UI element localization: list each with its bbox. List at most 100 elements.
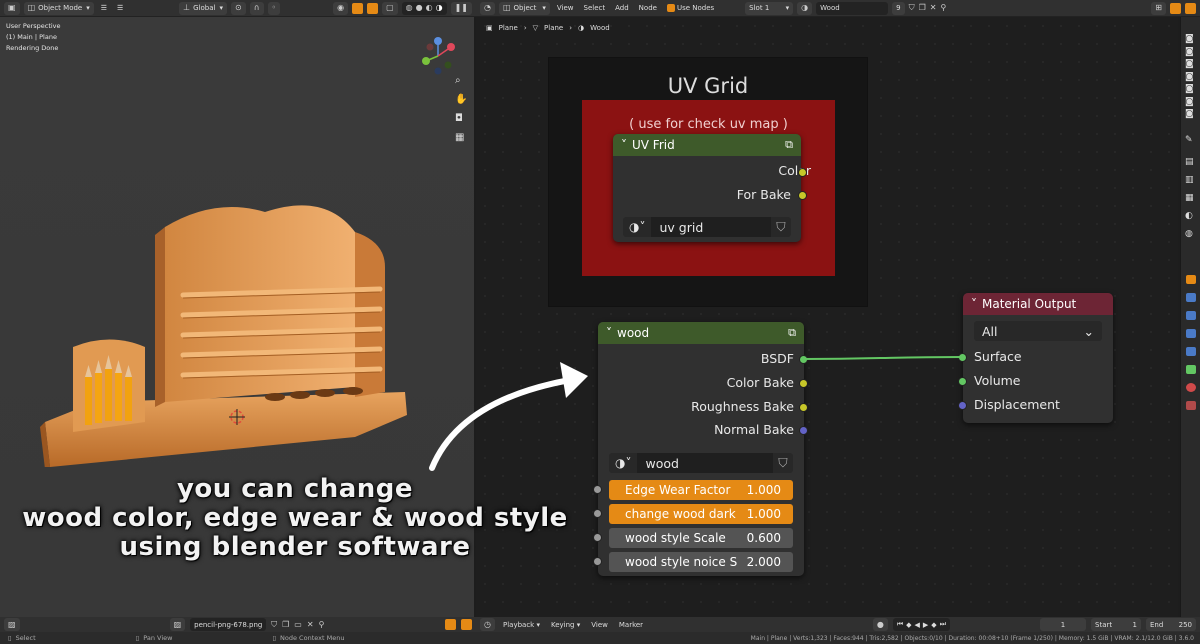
menu-view[interactable]: View	[554, 4, 577, 12]
overlay-toggle[interactable]	[367, 2, 379, 14]
material-browse-button[interactable]: ◑	[797, 1, 813, 15]
material-name-field[interactable]: Wood	[816, 1, 889, 15]
object-properties-icon[interactable]	[1186, 275, 1196, 284]
close-icon[interactable]: ✕	[930, 4, 937, 12]
editor-type-button[interactable]: ◔	[480, 1, 495, 15]
scene-icon[interactable]: ◐	[1185, 211, 1193, 221]
socket-normal-bake[interactable]	[799, 426, 808, 435]
start-frame-field[interactable]: Start 1	[1091, 618, 1141, 631]
wood-style-noise-field[interactable]: wood style noice S 2.000	[609, 552, 793, 572]
navigation-gizmo[interactable]	[418, 35, 458, 77]
chevron-down-icon[interactable]: ˅	[971, 297, 977, 311]
fake-user-shield-icon[interactable]: ⛉	[271, 620, 277, 629]
socket-edge-wear-factor[interactable]	[593, 485, 602, 494]
use-nodes-toggle[interactable]: Use Nodes	[664, 4, 717, 12]
socket-color-bake[interactable]	[799, 379, 808, 388]
socket-wood-style-scale[interactable]	[593, 533, 602, 542]
node-group-icon[interactable]: ⧉	[788, 326, 796, 340]
chevron-down-icon[interactable]: ˅	[621, 138, 627, 152]
menu-view[interactable]: View	[588, 621, 611, 629]
jump-end-icon[interactable]: ⏭	[940, 620, 946, 629]
socket-for-bake[interactable]	[798, 191, 807, 200]
wood-image-field[interactable]: ◑˅ wood ⛉	[609, 453, 793, 473]
outliner-icons[interactable]: ◙ ◙ ◙ ◙ ◙ ◙ ◙	[1185, 33, 1194, 121]
duplicate-icon[interactable]: ❐	[282, 620, 289, 629]
node-group-icon[interactable]: ⧉	[785, 138, 793, 152]
mode-dropdown[interactable]: ◫ Object Mode ▾	[23, 1, 94, 15]
edge-wear-factor-slider[interactable]: Edge Wear Factor 1.000	[609, 480, 793, 500]
node-header[interactable]: ˅ wood ⧉	[598, 322, 804, 344]
visibility-dropdown[interactable]: ◉	[333, 1, 349, 15]
xray-toggle[interactable]: ▢	[382, 1, 398, 15]
node-header[interactable]: ˅ Material Output	[963, 293, 1113, 315]
image-browse-icon[interactable]: ◑˅	[609, 456, 637, 470]
editor-type-button[interactable]: ◷	[480, 618, 495, 631]
zoom-icon[interactable]: ⌕	[455, 75, 461, 86]
slot-dropdown[interactable]: Slot 1 ▾	[745, 1, 794, 15]
view-menu[interactable]: ☰	[98, 4, 110, 12]
render-properties-icon[interactable]: ▤	[1185, 157, 1194, 167]
snap-toggle[interactable]: ∩	[249, 1, 264, 15]
output-target-dropdown[interactable]: All ⌄	[974, 321, 1102, 341]
play-icon[interactable]: ▶	[923, 621, 928, 629]
menu-marker[interactable]: Marker	[616, 621, 646, 629]
output-properties-icon[interactable]: ▥	[1185, 175, 1194, 185]
view-layer-icon[interactable]: ▦	[1185, 193, 1194, 203]
socket-volume[interactable]	[958, 377, 967, 386]
pan-hand-icon[interactable]: ✋	[455, 94, 467, 105]
shader-type-dropdown[interactable]: ◫ Object ▾	[498, 1, 550, 15]
prev-key-icon[interactable]: ◆	[906, 621, 911, 629]
editor-type-button[interactable]: ▨	[4, 618, 20, 631]
modifier-icon[interactable]	[1186, 293, 1196, 302]
shading-modes[interactable]: ◍ ● ◐ ◑	[401, 1, 447, 15]
jump-start-icon[interactable]: ⏮	[897, 620, 903, 629]
sidebar-toggle[interactable]	[1185, 2, 1196, 14]
socket-wood-style-noise[interactable]	[593, 557, 602, 566]
play-reverse-icon[interactable]: ◀	[915, 621, 920, 629]
playback-controls[interactable]: ⏮ ◆ ◀ ▶ ◆ ⏭	[892, 618, 950, 631]
physics-icon[interactable]	[1186, 329, 1196, 338]
socket-change-wood-dark[interactable]	[593, 509, 602, 518]
camera-icon[interactable]: ◘	[455, 113, 463, 124]
gizmo-toggle[interactable]	[352, 2, 364, 14]
pin-icon[interactable]: ⚲	[941, 4, 947, 12]
menu-keying[interactable]: Keying ▾	[548, 621, 583, 629]
pin-icon[interactable]: ⚲	[319, 620, 325, 629]
socket-color[interactable]	[798, 168, 807, 177]
texture-properties-icon[interactable]	[1186, 401, 1196, 410]
image-name-field[interactable]: pencil-png-678.png	[190, 618, 267, 631]
next-key-icon[interactable]: ◆	[931, 621, 936, 629]
uvfrid-image-field[interactable]: ◑˅ uv grid ⛉	[623, 217, 791, 237]
shield-icon[interactable]: ⛉	[773, 455, 793, 471]
socket-bsdf[interactable]	[799, 355, 808, 364]
pause-render-button[interactable]: ❚❚	[450, 1, 472, 15]
current-frame-field[interactable]: 1	[1040, 618, 1086, 631]
duplicate-icon[interactable]: ❐	[919, 4, 926, 12]
tool-icon[interactable]: ✎	[1185, 135, 1193, 145]
overlay-toggle[interactable]	[445, 619, 456, 630]
end-frame-field[interactable]: End 250	[1146, 618, 1196, 631]
sidebar-toggle[interactable]	[461, 619, 472, 630]
change-wood-dark-slider[interactable]: change wood dark 1.000	[609, 504, 793, 524]
overlay-toggle[interactable]	[1170, 2, 1181, 14]
menu-select[interactable]: Select	[581, 4, 609, 12]
folder-icon[interactable]: ▭	[294, 620, 302, 629]
menu-node[interactable]: Node	[636, 4, 660, 12]
chevron-down-icon[interactable]: ˅	[606, 326, 612, 340]
wood-style-scale-field[interactable]: wood style Scale 0.600	[609, 528, 793, 548]
world-icon[interactable]: ◍	[1185, 229, 1193, 239]
material-properties-icon[interactable]	[1186, 383, 1196, 392]
fake-user-shield-icon[interactable]: ⛉	[909, 4, 915, 12]
material-users-count[interactable]: 9	[892, 1, 905, 15]
transform-orientation-dropdown[interactable]: ⊥ Global ▾	[179, 1, 227, 15]
socket-surface[interactable]	[958, 353, 967, 362]
close-icon[interactable]: ✕	[307, 620, 314, 629]
object-data-icon[interactable]	[1186, 365, 1196, 374]
menu-add[interactable]: Add	[612, 4, 632, 12]
editor-type-button[interactable]: ▣	[4, 1, 20, 15]
grid-view-icon[interactable]: ▦	[455, 132, 464, 143]
shield-icon[interactable]: ⛉	[771, 219, 791, 235]
snap-toggle[interactable]: ⊞	[1151, 1, 1166, 15]
pivot-dropdown[interactable]: ⊙	[230, 1, 246, 15]
menu-playback[interactable]: Playback ▾	[500, 621, 543, 629]
